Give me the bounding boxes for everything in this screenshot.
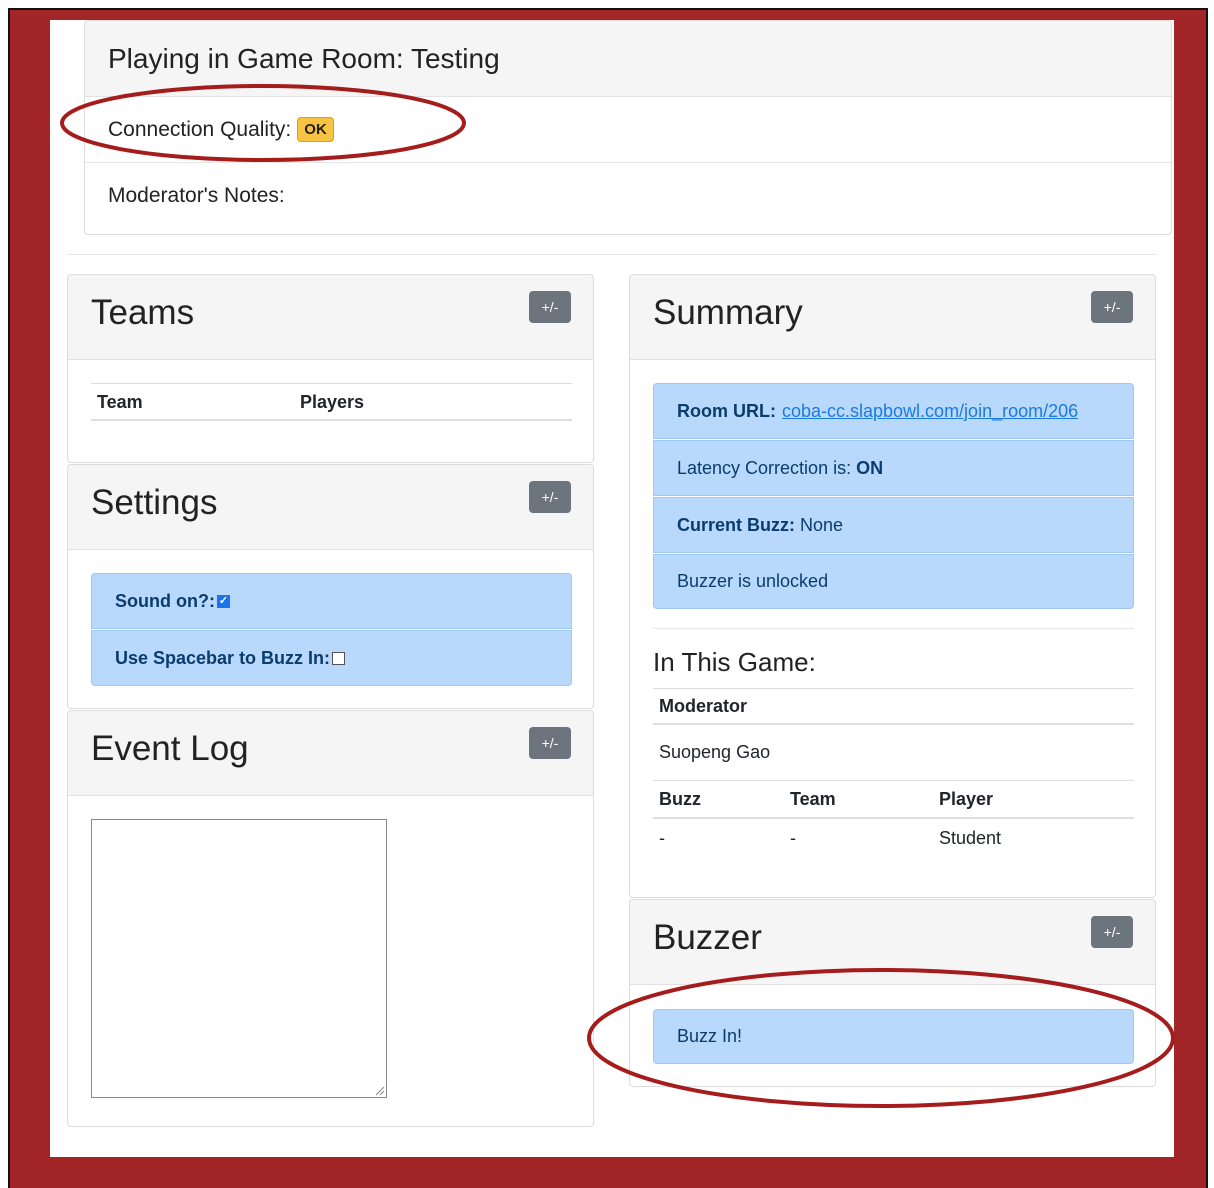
teams-panel-header: Teams +/- <box>68 275 593 360</box>
divider <box>67 254 1157 255</box>
player-column-header: Player <box>939 789 994 809</box>
sound-label: Sound on?: <box>115 590 215 611</box>
teams-toggle-button[interactable]: +/- <box>529 291 571 323</box>
event-log-panel-header: Event Log +/- <box>68 711 593 796</box>
buzzer-title: Buzzer <box>653 918 762 957</box>
teams-table-header: Team Players <box>91 384 572 420</box>
latency-item: Latency Correction is: ON <box>653 440 1134 496</box>
summary-toggle-button[interactable]: +/- <box>1091 291 1133 323</box>
buzzer-panel: Buzzer +/- Buzz In! <box>629 899 1156 1087</box>
room-url-label: Room URL: <box>677 400 776 421</box>
summary-title: Summary <box>653 293 803 332</box>
spacebar-setting: Use Spacebar to Buzz In: <box>91 630 572 686</box>
event-log-textarea[interactable] <box>91 819 387 1098</box>
moderator-name: Suopeng Gao <box>653 725 1134 781</box>
latency-label: Latency Correction is: <box>677 457 852 478</box>
connection-quality-label: Connection Quality: <box>108 117 292 141</box>
team-column-header: Team <box>97 391 143 412</box>
connection-quality-row: Connection Quality: OK <box>85 97 1171 163</box>
room-url-link[interactable]: coba-cc.slapbowl.com/join_room/206 <box>782 401 1078 422</box>
settings-toggle-button[interactable]: +/- <box>529 481 571 513</box>
current-buzz-item: Current Buzz: None <box>653 497 1134 553</box>
team-cell: - <box>790 827 796 848</box>
settings-panel-header: Settings +/- <box>68 465 593 550</box>
buzz-in-button[interactable]: Buzz In! <box>653 1009 1134 1064</box>
buzzer-toggle-button[interactable]: +/- <box>1091 916 1133 948</box>
connection-status-badge: OK <box>297 117 334 142</box>
moderator-notes-row: Moderator's Notes: <box>85 163 1171 229</box>
resize-handle-icon[interactable] <box>375 1086 385 1096</box>
summary-panel-header: Summary +/- <box>630 275 1155 360</box>
teams-panel: Teams +/- Team Players <box>67 274 594 463</box>
teams-title: Teams <box>91 293 195 332</box>
buzzer-status-item: Buzzer is unlocked <box>653 554 1134 609</box>
spacebar-label: Use Spacebar to Buzz In: <box>115 647 331 668</box>
settings-title: Settings <box>91 483 218 522</box>
table-row: - - Student <box>653 819 1134 857</box>
summary-panel: Summary +/- Room URL: coba-cc.slapbowl.c… <box>629 274 1156 898</box>
moderator-table: Moderator Suopeng Gao <box>653 688 1134 781</box>
game-room-card: Playing in Game Room: Testing Connection… <box>84 20 1172 235</box>
in-this-game-heading: In This Game: <box>653 647 816 677</box>
bottom-frame-strip <box>10 1158 1206 1177</box>
spacebar-checkbox[interactable] <box>332 651 346 665</box>
buzzer-panel-header: Buzzer +/- <box>630 900 1155 985</box>
event-log-title: Event Log <box>91 729 249 768</box>
teams-table: Team Players <box>91 383 572 421</box>
players-column-header: Players <box>300 391 365 412</box>
room-url-item: Room URL: coba-cc.slapbowl.com/join_room… <box>653 383 1134 439</box>
current-buzz-value: None <box>800 514 844 535</box>
team-column-header: Team <box>790 789 836 809</box>
room-title: Playing in Game Room: Testing <box>85 21 1171 97</box>
summary-divider <box>653 628 1134 629</box>
player-cell: Student <box>939 827 1002 848</box>
event-log-toggle-button[interactable]: +/- <box>529 727 571 759</box>
event-log-panel: Event Log +/- <box>67 710 594 1127</box>
buzz-table-header: Buzz Team Player <box>653 782 1134 819</box>
current-buzz-label: Current Buzz: <box>677 514 795 535</box>
settings-panel: Settings +/- Sound on?: ✓ Use Spacebar t… <box>67 464 594 709</box>
moderator-header: Moderator <box>653 689 1134 725</box>
sound-checkbox[interactable]: ✓ <box>216 594 230 608</box>
moderator-notes-label: Moderator's Notes: <box>108 184 285 207</box>
buzz-table: Buzz Team Player - - Student <box>653 782 1134 857</box>
sound-setting: Sound on?: ✓ <box>91 573 572 629</box>
latency-value: ON <box>856 457 884 478</box>
buzz-cell: - <box>659 827 665 848</box>
buzz-column-header: Buzz <box>659 789 701 809</box>
